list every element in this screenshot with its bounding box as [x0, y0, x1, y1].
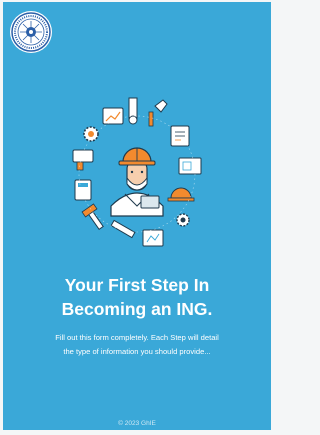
calculator-icon [74, 179, 92, 201]
document-icon [170, 125, 190, 147]
engineer-figure [110, 147, 164, 217]
hero-description-line-1: Fill out this form completely. Each Step… [55, 333, 219, 342]
caliper-icon [128, 97, 138, 125]
gear-icon [83, 126, 99, 142]
engineer-illustration [67, 94, 207, 254]
hammer-icon [81, 203, 104, 231]
wrench-icon [148, 99, 168, 127]
hero-title-line-1: Your First Step In [64, 275, 210, 295]
plan-icon [142, 229, 164, 247]
institution-seal-icon [11, 12, 51, 52]
institution-logo [10, 11, 52, 53]
hard-hat-icon [167, 187, 195, 202]
hero-title: Your First Step In Becoming an ING. [3, 273, 271, 321]
blueprint-icon [178, 157, 202, 175]
copyright-footer: © 2023 GhIE [118, 420, 156, 427]
hero-title-line-2: Becoming an ING. [61, 299, 213, 319]
onboarding-panel: Your First Step In Becoming an ING. Fill… [3, 2, 271, 430]
settings-icon [176, 213, 190, 227]
hero-description: Fill out this form completely. Each Step… [21, 331, 253, 359]
ruler-icon [110, 219, 136, 239]
chart-icon [102, 107, 124, 125]
hero-description-line-2: the type of information you should provi… [63, 347, 211, 356]
